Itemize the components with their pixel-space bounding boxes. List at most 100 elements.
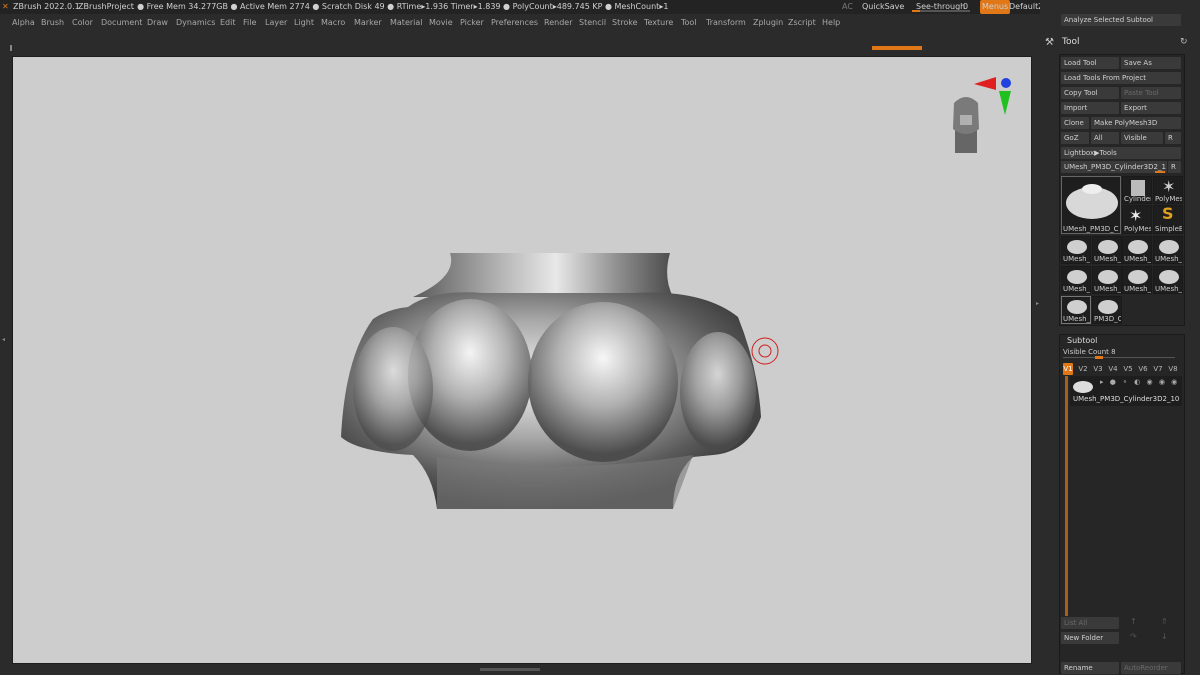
- mesh-thumbnail-icon: [1098, 240, 1118, 254]
- menu-tool[interactable]: Tool: [681, 14, 697, 31]
- ac-button[interactable]: AC: [842, 0, 853, 14]
- thumb-label: UMesh_: [1094, 255, 1122, 263]
- save-as-button[interactable]: Save As: [1121, 57, 1181, 69]
- hammer-icon: ⚒: [1045, 37, 1054, 48]
- goz-r-button[interactable]: R: [1165, 132, 1181, 144]
- tool-thumb-cylinder[interactable]: Cylinder: [1122, 176, 1152, 204]
- menu-alpha[interactable]: Alpha: [12, 14, 35, 31]
- right-tray-handle-icon[interactable]: ▸: [1036, 300, 1040, 340]
- see-through-slider[interactable]: [912, 10, 970, 12]
- menu-brush[interactable]: Brush: [41, 14, 64, 31]
- menu-preferences[interactable]: Preferences: [491, 14, 538, 31]
- tool-thumb-umesh[interactable]: UMesh_: [1153, 236, 1183, 264]
- sculpt-viewport[interactable]: [13, 57, 1031, 663]
- thumb-label: UMesh_: [1063, 285, 1091, 293]
- make-polymesh-button[interactable]: Make PolyMesh3D: [1091, 117, 1181, 129]
- mesh-thumbnail-icon: [1128, 270, 1148, 284]
- paste-tool-button[interactable]: Paste Tool: [1121, 87, 1181, 99]
- menu-draw[interactable]: Draw: [147, 14, 168, 31]
- tool-thumb-umesh[interactable]: UMesh_: [1092, 236, 1122, 264]
- tool-thumb-umesh[interactable]: UMesh_: [1122, 236, 1152, 264]
- navigation-head-icon[interactable]: [953, 97, 979, 153]
- menu-zplugin[interactable]: Zplugin: [753, 14, 783, 31]
- menus-toggle-button[interactable]: Menus: [980, 0, 1011, 14]
- menu-stroke[interactable]: Stroke: [612, 14, 638, 31]
- load-tools-from-project-button[interactable]: Load Tools From Project: [1061, 72, 1181, 84]
- visibility-tab-v4[interactable]: V4: [1108, 363, 1118, 375]
- subtool-thumbnail-icon: [1073, 381, 1093, 393]
- menu-document[interactable]: Document: [101, 14, 142, 31]
- tool-thumb-umesh[interactable]: UMesh_: [1092, 266, 1122, 294]
- subtool-title[interactable]: Subtool: [1067, 336, 1097, 345]
- rename-button[interactable]: Rename: [1061, 662, 1119, 674]
- tool-thumb-polymesh-star[interactable]: ✶ PolyMes: [1153, 176, 1183, 204]
- menu-transform[interactable]: Transform: [706, 14, 746, 31]
- document-canvas[interactable]: [12, 56, 1032, 664]
- tool-thumb-umesh[interactable]: UMesh_: [1153, 266, 1183, 294]
- menu-picker[interactable]: Picker: [460, 14, 484, 31]
- list-all-button[interactable]: List All: [1061, 617, 1119, 629]
- bottom-tray[interactable]: [0, 664, 1040, 675]
- left-tray-handle-icon[interactable]: ◂: [2, 336, 6, 376]
- visible-count-slider[interactable]: Visible Count 8: [1063, 348, 1116, 356]
- tool-thumb-umesh[interactable]: UMesh_: [1061, 296, 1091, 324]
- sculpt-mesh[interactable]: [341, 253, 761, 509]
- visibility-tab-v2[interactable]: V2: [1078, 363, 1088, 375]
- tool-panel-title[interactable]: Tool: [1062, 37, 1079, 47]
- visibility-tab-v7[interactable]: V7: [1153, 363, 1163, 375]
- new-folder-button[interactable]: New Folder: [1061, 632, 1119, 644]
- refresh-icon[interactable]: ↻: [1180, 37, 1188, 47]
- bottom-tray-handle-icon[interactable]: [480, 668, 540, 671]
- analyze-subtool-button[interactable]: Analyze Selected Subtool: [1061, 14, 1181, 26]
- menu-edit[interactable]: Edit: [220, 14, 236, 31]
- goz-button[interactable]: GoZ: [1061, 132, 1089, 144]
- visibility-tab-v1[interactable]: V1: [1063, 363, 1073, 375]
- menu-texture[interactable]: Texture: [644, 14, 673, 31]
- tool-thumb-pm3d_c[interactable]: PM3D_C: [1092, 296, 1122, 324]
- subtool-item-toggle-icons[interactable]: ▸ ● ⚬ ◐ ◉ ◉ ◉: [1100, 378, 1179, 386]
- menu-layer[interactable]: Layer: [265, 14, 287, 31]
- goz-all-button[interactable]: All: [1091, 132, 1119, 144]
- subtool-list-item[interactable]: ▸ ● ⚬ ◐ ◉ ◉ ◉ UMesh_PM3D_Cylinder3D2_10: [1070, 376, 1182, 406]
- tool-thumb-umesh[interactable]: UMesh_: [1122, 266, 1152, 294]
- visibility-tab-v3[interactable]: V3: [1093, 363, 1103, 375]
- tool-thumb-umesh[interactable]: UMesh_: [1061, 236, 1091, 264]
- visibility-tab-v8[interactable]: V8: [1168, 363, 1178, 375]
- arrow-curved-icon[interactable]: ↷: [1130, 632, 1137, 641]
- subtool-list-scrollbar[interactable]: [1065, 376, 1068, 616]
- menu-file[interactable]: File: [243, 14, 256, 31]
- left-tray[interactable]: ◂: [0, 56, 10, 664]
- axis-gizmo-icon[interactable]: [974, 77, 1011, 115]
- menu-zscript[interactable]: Zscript: [788, 14, 816, 31]
- menu-help[interactable]: Help: [822, 14, 840, 31]
- load-tool-button[interactable]: Load Tool: [1061, 57, 1119, 69]
- tool-thumb-polymesh[interactable]: ✶ PolyMes: [1122, 205, 1152, 234]
- import-button[interactable]: Import: [1061, 102, 1119, 114]
- menu-stencil[interactable]: Stencil: [579, 14, 606, 31]
- arrow-up-double-icon[interactable]: ⇑: [1161, 617, 1168, 626]
- visibility-tab-v6[interactable]: V6: [1138, 363, 1148, 375]
- quicksave-button[interactable]: QuickSave: [862, 0, 904, 14]
- menu-render[interactable]: Render: [544, 14, 572, 31]
- menu-macro[interactable]: Macro: [321, 14, 345, 31]
- visibility-tab-v5[interactable]: V5: [1123, 363, 1133, 375]
- menu-light[interactable]: Light: [294, 14, 314, 31]
- clone-button[interactable]: Clone: [1061, 117, 1089, 129]
- menu-marker[interactable]: Marker: [354, 14, 382, 31]
- menu-movie[interactable]: Movie: [429, 14, 453, 31]
- auto-reorder-button[interactable]: AutoReorder: [1121, 662, 1181, 674]
- current-tool-slider[interactable]: UMesh_PM3D_Cylinder3D2_1: [1061, 161, 1167, 173]
- tool-thumb-simplebrush[interactable]: S SimpleB: [1153, 205, 1183, 234]
- export-button[interactable]: Export: [1121, 102, 1181, 114]
- goz-visible-button[interactable]: Visible: [1121, 132, 1163, 144]
- menu-color[interactable]: Color: [72, 14, 93, 31]
- arrow-down-icon[interactable]: ↓: [1161, 632, 1168, 641]
- tool-thumb-umesh[interactable]: UMesh_: [1061, 266, 1091, 294]
- copy-tool-button[interactable]: Copy Tool: [1061, 87, 1119, 99]
- current-tool-r-button[interactable]: R: [1168, 161, 1181, 173]
- tool-thumb-main[interactable]: UMesh_PM3D_C: [1061, 176, 1121, 234]
- arrow-up-icon[interactable]: ↑: [1130, 617, 1137, 626]
- menu-dynamics[interactable]: Dynamics: [176, 14, 215, 31]
- menu-material[interactable]: Material: [390, 14, 423, 31]
- lightbox-tools-button[interactable]: Lightbox▶Tools: [1061, 147, 1181, 159]
